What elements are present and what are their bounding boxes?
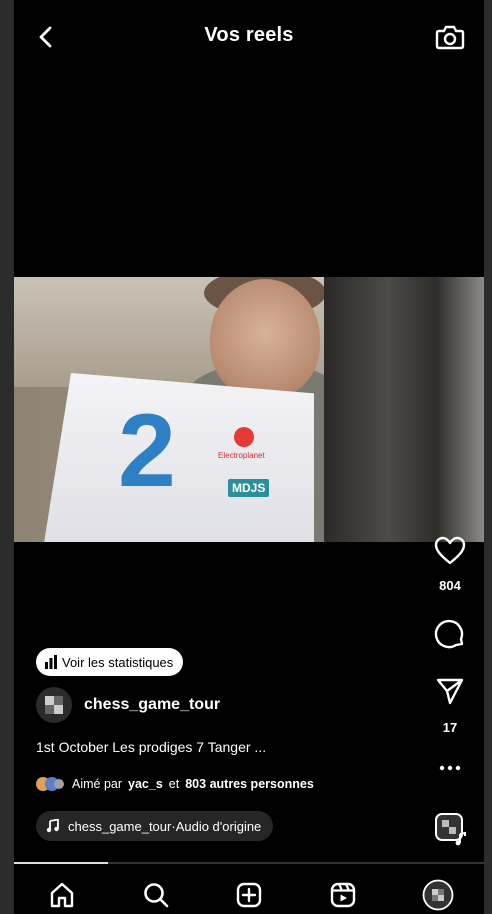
left-border — [0, 0, 14, 914]
liked-prefix: Aimé par — [72, 777, 123, 791]
home-icon — [50, 882, 74, 908]
camera-button[interactable] — [432, 20, 468, 54]
page-title: Vos reels — [204, 24, 294, 46]
nav-home[interactable] — [44, 878, 80, 912]
liked-connector: et — [168, 777, 180, 791]
comment-icon — [434, 619, 464, 649]
electroplanet-logo-icon — [234, 427, 254, 447]
music-note-icon — [46, 819, 59, 833]
reel-screen: Vos reels 2 Electroplanet MDJS 804 17 Vo… — [14, 0, 484, 914]
profile-avatar-icon — [422, 879, 454, 911]
liked-by-avatars — [36, 776, 66, 792]
view-insights-button[interactable]: Voir les statistiques — [36, 648, 184, 676]
mdjs-badge: MDJS — [228, 479, 270, 497]
video-person-head — [210, 279, 320, 399]
send-icon — [436, 678, 464, 705]
right-border — [484, 0, 492, 914]
audio-thumbnail[interactable] — [434, 812, 468, 846]
sponsor-logo-text: Electroplanet — [218, 451, 265, 460]
create-icon — [236, 882, 262, 908]
view-insights-label: Voir les statistiques — [62, 654, 174, 670]
table-number-card — [44, 373, 314, 542]
comment-button[interactable] — [426, 618, 474, 650]
audio-button[interactable]: chess_game_tour · Audio d'origine — [36, 811, 274, 841]
bottom-nav — [14, 872, 484, 914]
liked-user[interactable]: yac_s — [128, 777, 163, 791]
audio-user: chess_game_tour — [68, 818, 172, 834]
chess-board-icon — [45, 696, 63, 714]
liked-count-text[interactable]: 803 autres personnes — [185, 777, 314, 791]
audio-cover-icon — [435, 813, 466, 846]
share-count: 17 — [442, 720, 458, 735]
nav-reels[interactable] — [325, 878, 361, 912]
more-options-button[interactable] — [426, 764, 474, 772]
video-progress-bar[interactable] — [14, 862, 484, 864]
table-number: 2 — [118, 393, 176, 509]
search-icon — [144, 883, 169, 908]
video-progress-fill — [14, 862, 108, 864]
heart-icon — [434, 536, 466, 565]
like-count: 804 — [439, 578, 461, 593]
nav-profile[interactable] — [420, 878, 456, 912]
reels-icon — [330, 882, 356, 908]
author-username[interactable]: chess_game_tour — [84, 696, 220, 714]
nav-search[interactable] — [138, 878, 174, 912]
share-button[interactable] — [426, 676, 474, 706]
nav-create[interactable] — [231, 878, 267, 912]
bar-chart-icon — [45, 655, 57, 669]
reel-caption[interactable]: 1st October Les prodiges 7 Tanger ... — [36, 739, 266, 755]
liker-avatar — [54, 779, 64, 789]
video-dark-area — [324, 277, 484, 542]
liked-by-row[interactable]: Aimé par yac_s et 803 autres personnes — [36, 775, 314, 793]
reel-video[interactable]: 2 Electroplanet MDJS — [14, 277, 484, 542]
like-button[interactable] — [426, 536, 474, 566]
more-icon — [439, 765, 461, 771]
header: Vos reels — [14, 14, 484, 60]
author-avatar[interactable] — [36, 687, 72, 723]
audio-label: Audio d'origine — [175, 818, 262, 834]
camera-icon — [435, 25, 465, 50]
author-row[interactable]: chess_game_tour — [36, 686, 220, 724]
